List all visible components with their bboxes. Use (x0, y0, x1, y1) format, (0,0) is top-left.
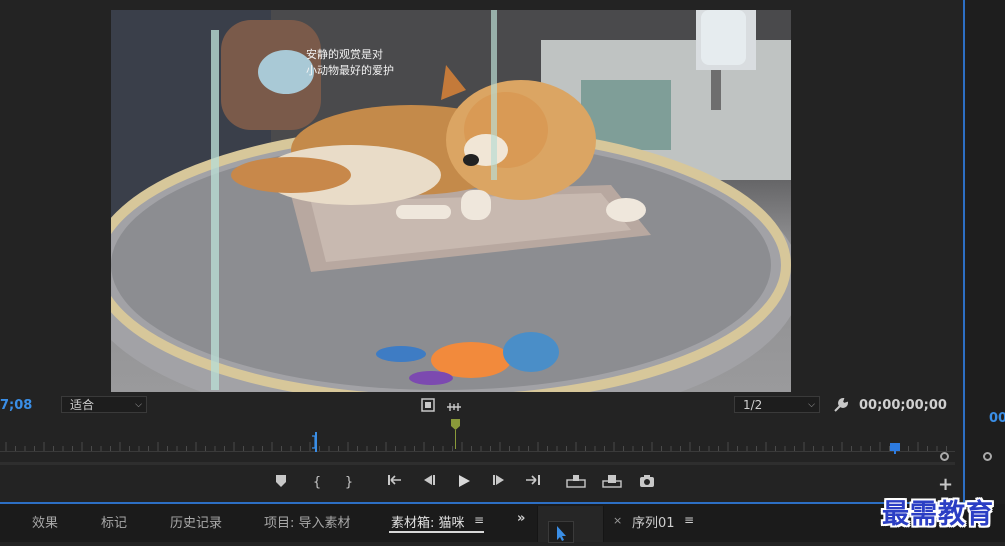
tab-markers[interactable]: 标记 (101, 512, 127, 531)
zoom-fit-select[interactable]: 适合 ⌵ (61, 396, 147, 413)
bottom-panel (0, 504, 1005, 542)
tab-history[interactable]: 历史记录 (170, 512, 222, 531)
zoom-scrollbar-handle[interactable] (940, 452, 949, 461)
in-point-marker[interactable] (312, 432, 320, 456)
duration-timecode: 00;00;00;00 (859, 398, 947, 413)
camera-icon[interactable] (638, 474, 656, 492)
trim-audio-icon[interactable] (446, 398, 462, 417)
step-forward-button[interactable] (490, 474, 508, 492)
playback-resolution-select[interactable]: 1/2 ⌵ (734, 396, 820, 413)
tab-effects[interactable]: 效果 (32, 512, 58, 531)
playhead-marker[interactable] (451, 419, 460, 453)
out-point-marker[interactable] (889, 439, 901, 458)
right-panel (965, 0, 1005, 505)
sign-text-line1: 安静的观赏是对 (306, 47, 383, 61)
sign-text-line2: 小动物最好的爱护 (306, 63, 394, 77)
active-tab-underline (389, 531, 484, 533)
right-panel-scroll-handle[interactable] (983, 452, 992, 461)
pointer-arrow-icon (557, 526, 566, 541)
double-chevron-right-icon[interactable]: » (517, 511, 525, 526)
hamburger-menu-icon[interactable]: ≡ (684, 513, 694, 527)
zoom-scrollbar[interactable] (0, 462, 955, 465)
film-strip-icon[interactable] (421, 397, 435, 416)
tab-project[interactable]: 项目: 导入素材 (264, 512, 351, 531)
close-icon[interactable]: × (613, 514, 622, 527)
playback-resolution-value: 1/2 (743, 398, 763, 412)
insert-button[interactable] (566, 474, 586, 492)
step-back-button[interactable] (420, 474, 438, 492)
timeline-ruler[interactable] (0, 430, 955, 452)
mark-in-button[interactable]: { (308, 474, 326, 492)
zoom-fit-value: 适合 (70, 398, 95, 412)
overwrite-button[interactable] (602, 474, 622, 492)
video-frame-image: 安静的观赏是对 小动物最好的爱护 (111, 10, 791, 392)
ruler-baseline (0, 451, 955, 452)
go-to-out-button[interactable] (524, 474, 542, 492)
program-monitor-video: 安静的观赏是对 小动物最好的爱护 (111, 10, 791, 392)
right-timecode: 00 (989, 411, 1005, 426)
tab-bins[interactable]: 素材箱: 猫咪 (391, 512, 465, 531)
add-marker-button[interactable] (272, 474, 290, 492)
chevron-down-icon: ⌵ (135, 400, 142, 410)
selection-tool-button[interactable] (548, 521, 574, 543)
mark-out-button[interactable]: } (340, 474, 358, 492)
wrench-icon[interactable] (833, 397, 849, 417)
current-timecode[interactable]: 7;08 (0, 398, 32, 413)
watermark-logo: 最需教育 (882, 499, 994, 530)
chevron-down-icon: ⌵ (808, 400, 815, 410)
tab-sequence[interactable]: 序列01 (632, 512, 675, 531)
play-button[interactable] (455, 474, 473, 492)
hamburger-menu-icon[interactable]: ≡ (474, 513, 484, 527)
go-to-in-button[interactable] (386, 474, 404, 492)
